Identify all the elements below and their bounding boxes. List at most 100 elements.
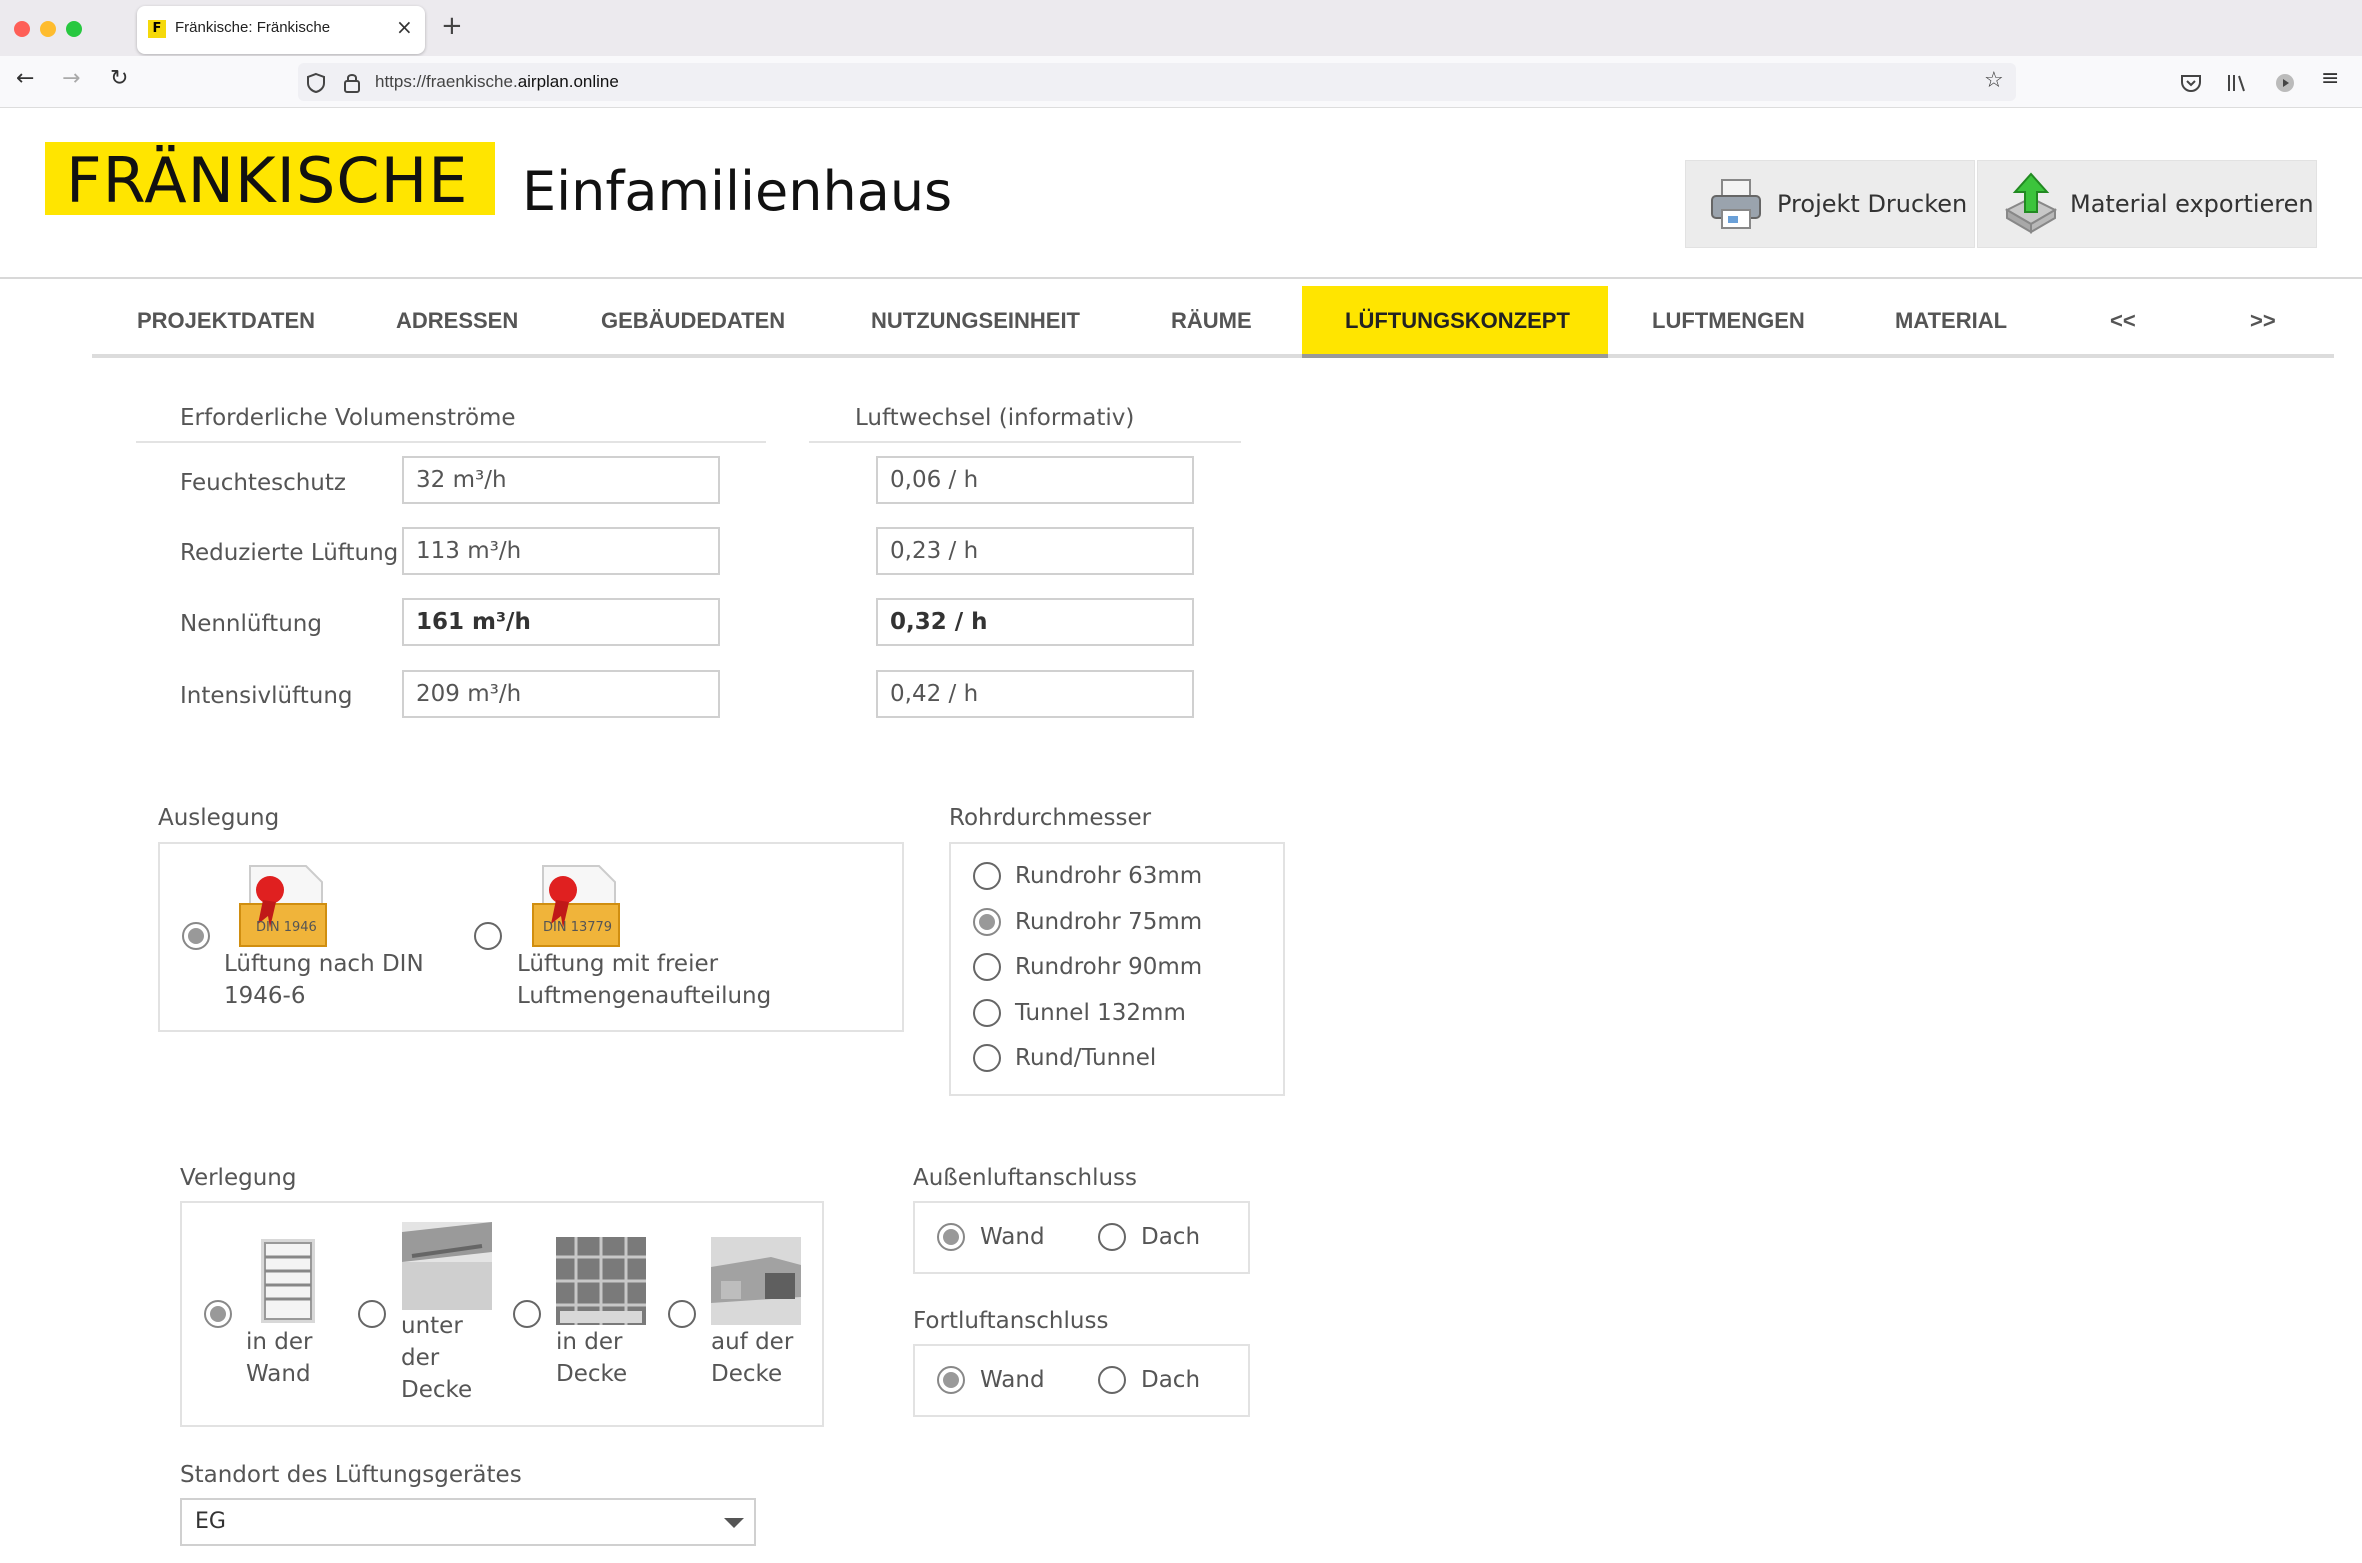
auslegung-frei-label-2: Luftmengenaufteilung: [517, 983, 772, 1009]
menu-active-underline: [1302, 354, 1608, 358]
airchange-heading: Luftwechsel (informativ): [855, 405, 1135, 431]
extension-play-icon[interactable]: [2274, 72, 2296, 94]
airchange-reduziert-field[interactable]: 0,23 / h: [876, 527, 1194, 575]
menu-underline: [92, 354, 2334, 358]
aussenluft-dach-label: Dach: [1141, 1224, 1201, 1250]
verlegung-auf-decke-radio[interactable]: [668, 1300, 696, 1328]
aussenluft-dach-radio[interactable]: [1098, 1223, 1126, 1251]
export-material-label: Material exportieren: [2070, 190, 2314, 218]
tab-luftmengen[interactable]: LUFTMENGEN: [1652, 308, 1805, 334]
fortluft-dach-label: Dach: [1141, 1367, 1201, 1393]
pocket-icon[interactable]: [2180, 73, 2202, 93]
tab-adressen[interactable]: ADRESSEN: [396, 308, 518, 334]
verlegung-wand-label-2: Wand: [246, 1361, 311, 1387]
volumes-divider: [136, 441, 766, 443]
verlegung-auf-decke-label-1: auf der: [711, 1329, 794, 1355]
tab-raeume[interactable]: RÄUME: [1171, 308, 1252, 334]
din-1946-badge: DIN 1946: [256, 920, 317, 935]
tab-lueftungskonzept[interactable]: LÜFTUNGSKONZEPT: [1345, 308, 1570, 334]
minimize-window-icon[interactable]: [40, 21, 56, 37]
rohr-90-label: Rundrohr 90mm: [1015, 954, 1203, 980]
close-window-icon[interactable]: [14, 21, 30, 37]
auslegung-frei-radio[interactable]: [474, 922, 502, 950]
header-divider: [0, 277, 2362, 279]
nennlueftung-field[interactable]: 161 m³/h: [402, 598, 720, 646]
bookmark-star-icon[interactable]: ☆: [1984, 68, 2004, 93]
on-ceiling-icon: [711, 1237, 801, 1325]
wall-installation-icon: [261, 1239, 315, 1323]
library-icon[interactable]: [2226, 72, 2248, 94]
browser-tab-title: Fränkische: Fränkische: [175, 19, 331, 36]
export-arrow-icon: [2004, 172, 2058, 234]
new-tab-icon[interactable]: +: [441, 11, 463, 41]
menu-previous-button[interactable]: <<: [2110, 308, 2136, 334]
auslegung-heading: Auslegung: [158, 805, 280, 831]
verlegung-unter-decke-label-3: Decke: [401, 1377, 473, 1403]
standort-heading: Standort des Lüftungsgerätes: [180, 1462, 522, 1488]
verlegung-in-decke-label-1: in der: [556, 1329, 623, 1355]
under-ceiling-icon: [402, 1222, 492, 1310]
fortluft-wand-radio[interactable]: [937, 1366, 965, 1394]
intensivlueftung-field[interactable]: 209 m³/h: [402, 670, 720, 718]
rohr-heading: Rohrdurchmesser: [949, 805, 1152, 831]
forward-arrow-icon[interactable]: →: [62, 66, 80, 91]
verlegung-in-decke-radio[interactable]: [513, 1300, 541, 1328]
verlegung-unter-decke-label-2: der: [401, 1345, 440, 1371]
tab-projektdaten[interactable]: PROJEKTDATEN: [137, 308, 315, 334]
printer-icon: [1711, 179, 1761, 229]
verlegung-wand-label-1: in der: [246, 1329, 313, 1355]
auslegung-din-label-1: Lüftung nach DIN: [224, 951, 424, 977]
brand-logo-text: FRÄNKISCHE: [66, 144, 469, 217]
tab-close-icon[interactable]: ×: [396, 15, 413, 39]
rohr-63-radio[interactable]: [973, 862, 1001, 890]
standort-selected-value: EG: [195, 1509, 226, 1534]
verlegung-wand-radio[interactable]: [204, 1300, 232, 1328]
tab-gebaeudedaten[interactable]: GEBÄUDEDATEN: [601, 308, 785, 334]
back-arrow-icon[interactable]: ←: [16, 66, 34, 91]
verlegung-auf-decke-label-2: Decke: [711, 1361, 783, 1387]
url-text[interactable]: https://fraenkische.airplan.online: [375, 72, 619, 92]
reload-icon[interactable]: ↻: [110, 66, 128, 91]
airchange-nenn-field[interactable]: 0,32 / h: [876, 598, 1194, 646]
print-project-label: Projekt Drucken: [1777, 190, 1968, 218]
rohr-75-label: Rundrohr 75mm: [1015, 909, 1203, 935]
airchange-feuchteschutz-field[interactable]: 0,06 / h: [876, 456, 1194, 504]
fortluft-dach-radio[interactable]: [1098, 1366, 1126, 1394]
intensivlueftung-label: Intensivlüftung: [180, 683, 353, 709]
feuchteschutz-label: Feuchteschutz: [180, 470, 346, 496]
verlegung-unter-decke-radio[interactable]: [358, 1300, 386, 1328]
rund-tunnel-label: Rund/Tunnel: [1015, 1045, 1157, 1071]
auslegung-din-radio[interactable]: [182, 922, 210, 950]
verlegung-heading: Verlegung: [180, 1165, 297, 1191]
aussenluft-heading: Außenluftanschluss: [913, 1165, 1138, 1191]
airchange-intensiv-field[interactable]: 0,42 / h: [876, 670, 1194, 718]
rohr-63-label: Rundrohr 63mm: [1015, 863, 1203, 889]
maximize-window-icon[interactable]: [66, 21, 82, 37]
hamburger-menu-icon[interactable]: ≡: [2321, 66, 2339, 91]
tunnel-132-radio[interactable]: [973, 999, 1001, 1027]
rund-tunnel-radio[interactable]: [973, 1044, 1001, 1072]
verlegung-in-decke-label-2: Decke: [556, 1361, 628, 1387]
airchange-divider: [809, 441, 1241, 443]
menu-next-button[interactable]: >>: [2250, 308, 2276, 334]
rohr-90-radio[interactable]: [973, 953, 1001, 981]
reduzierte-lueftung-label: Reduzierte Lüftung: [180, 540, 399, 566]
din-13779-badge: DIN 13779: [543, 920, 613, 935]
nennlueftung-label: Nennlüftung: [180, 611, 322, 637]
aussenluft-wand-label: Wand: [980, 1224, 1045, 1250]
rohr-75-radio[interactable]: [973, 908, 1001, 936]
in-ceiling-icon: [556, 1237, 646, 1325]
shield-icon[interactable]: [306, 72, 326, 94]
standort-select[interactable]: [180, 1498, 756, 1546]
tab-material[interactable]: MATERIAL: [1895, 308, 2007, 334]
chevron-down-icon[interactable]: [724, 1518, 744, 1528]
reduzierte-lueftung-field[interactable]: 113 m³/h: [402, 527, 720, 575]
tab-nutzungseinheit[interactable]: NUTZUNGSEINHEIT: [871, 308, 1080, 334]
feuchteschutz-field[interactable]: 32 m³/h: [402, 456, 720, 504]
tunnel-132-label: Tunnel 132mm: [1015, 1000, 1186, 1026]
aussenluft-wand-radio[interactable]: [937, 1223, 965, 1251]
favicon-icon: F: [148, 20, 166, 38]
volumes-heading: Erforderliche Volumenströme: [180, 405, 516, 431]
lock-icon[interactable]: [343, 72, 361, 94]
auslegung-din-label-2: 1946-6: [224, 983, 306, 1009]
